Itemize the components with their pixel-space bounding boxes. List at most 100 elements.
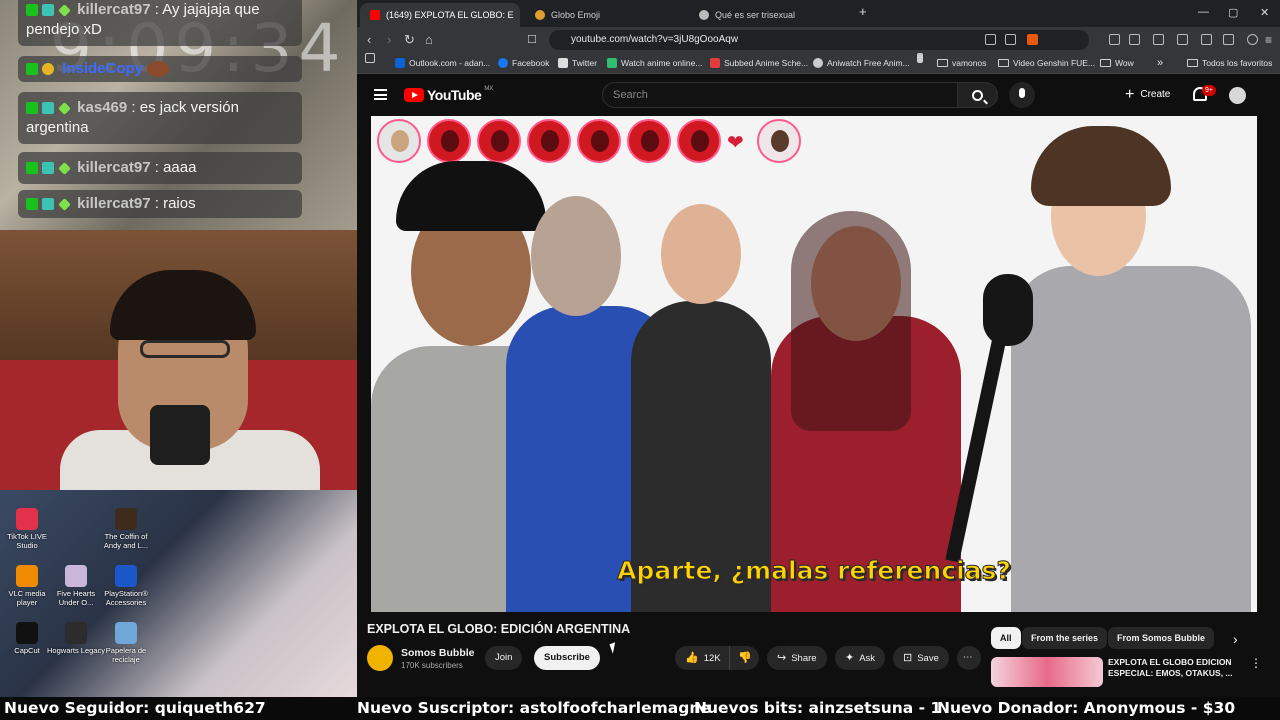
chat-text: : raios bbox=[154, 195, 196, 212]
maximize-button[interactable]: ▢ bbox=[1228, 6, 1238, 19]
reload-icon[interactable]: ↻ bbox=[404, 32, 415, 48]
mouse-cursor-icon bbox=[609, 642, 619, 654]
subscribe-button[interactable]: Subscribe bbox=[534, 646, 600, 670]
extension-icon[interactable] bbox=[1177, 34, 1188, 45]
streamer-glasses bbox=[140, 340, 230, 358]
bookmark-misc[interactable] bbox=[917, 53, 923, 63]
desktop-icon-label: PlayStation® Accessories bbox=[104, 589, 148, 607]
tab-globo-emoji[interactable]: Globo Emoji bbox=[525, 3, 685, 27]
tab-trisexual[interactable]: Qué es ser trisexual bbox=[689, 3, 849, 27]
bookmark-facebook[interactable]: Facebook bbox=[498, 53, 549, 73]
share-page-icon[interactable] bbox=[1005, 34, 1016, 45]
menu-icon[interactable]: ≡ bbox=[1265, 32, 1272, 48]
ticker-donor: Nuevo Donador: Anonymous - $30 bbox=[937, 699, 1236, 717]
badge-icon bbox=[58, 161, 71, 175]
bookmark-watch-anime[interactable]: Watch anime online... bbox=[607, 53, 702, 73]
bookmark-star-icon[interactable]: ☐ bbox=[527, 32, 537, 48]
person-face bbox=[531, 196, 621, 316]
chip-all[interactable]: All bbox=[991, 627, 1021, 649]
extension-icon[interactable] bbox=[1153, 34, 1164, 45]
hogwarts-icon bbox=[65, 622, 87, 644]
thumbs-up-icon: 👍 bbox=[685, 652, 699, 664]
desktop-icon-tiktok[interactable]: TikTok LIVE Studio bbox=[0, 508, 56, 550]
chat-username: InsideCopy bbox=[62, 60, 144, 77]
hamburger-menu-icon[interactable] bbox=[374, 89, 387, 100]
chat-username: killercat97 bbox=[77, 195, 151, 212]
ticker-bits: Nuevos bits: ainzsetsuna - 1 bbox=[694, 699, 942, 717]
bookmark-icon: ⊡ bbox=[903, 652, 913, 664]
recommended-title[interactable]: EXPLOTA EL GLOBO EDICION ESPECIAL: EMOS,… bbox=[1108, 657, 1243, 679]
participant-bubble bbox=[757, 119, 801, 163]
search-input[interactable]: Search bbox=[602, 82, 958, 108]
desktop-icon-coffin[interactable]: The Coffin of Andy and L... bbox=[97, 508, 155, 550]
bookmarks-overflow-icon[interactable]: » bbox=[1157, 53, 1163, 73]
forward-icon[interactable]: › bbox=[387, 32, 391, 48]
new-tab-button[interactable]: + bbox=[859, 4, 867, 19]
x-icon bbox=[558, 58, 568, 68]
emote-icon bbox=[147, 61, 170, 78]
search-button[interactable] bbox=[958, 82, 998, 108]
chip-from-channel[interactable]: From Somos Bubble bbox=[1108, 627, 1215, 649]
badge-icon bbox=[26, 102, 38, 115]
badge-icon bbox=[42, 4, 54, 17]
chat-username: killercat97 bbox=[77, 1, 151, 18]
youtube-logo[interactable]: YouTube MX bbox=[404, 86, 493, 103]
more-actions-button[interactable]: ⋯ bbox=[957, 646, 981, 670]
game-icon bbox=[65, 565, 87, 587]
extension-icon[interactable] bbox=[1201, 34, 1212, 45]
desktop: TikTok LIVE Studio The Coffin of Andy an… bbox=[0, 490, 357, 697]
tab-youtube[interactable]: (1649) EXPLOTA EL GLOBO: E ✕ bbox=[360, 3, 520, 27]
participant-bubble bbox=[427, 119, 471, 163]
bookmark-label: Outlook.com - adan... bbox=[409, 58, 491, 68]
recommended-thumbnail[interactable] bbox=[991, 657, 1103, 687]
extension-icon[interactable] bbox=[1223, 34, 1234, 45]
bookmark-folder-genshin[interactable]: Video Genshin FUE... bbox=[998, 53, 1095, 73]
account-avatar[interactable] bbox=[1229, 87, 1246, 104]
channel-avatar[interactable] bbox=[367, 645, 393, 671]
video-subtitle: Aparte, ¿malas referencias? bbox=[617, 556, 1012, 586]
ask-button[interactable]: ✦ Ask bbox=[835, 646, 886, 670]
share-button[interactable]: ↪ Share bbox=[767, 646, 827, 670]
chevron-right-icon[interactable]: › bbox=[1233, 631, 1238, 647]
bookmark-label: vamonos bbox=[952, 58, 987, 68]
all-bookmarks-folder[interactable]: Todos los favoritos bbox=[1187, 53, 1272, 73]
cast-icon[interactable] bbox=[985, 34, 996, 45]
extension-icon[interactable] bbox=[1109, 34, 1120, 45]
globe-favicon bbox=[535, 10, 545, 20]
dislike-button[interactable]: 👎 bbox=[729, 646, 759, 670]
close-window-button[interactable]: ✕ bbox=[1260, 6, 1269, 19]
join-button[interactable]: Join bbox=[485, 646, 523, 670]
save-label: Save bbox=[917, 653, 939, 664]
bookmark-outlook[interactable]: Outlook.com - adan... bbox=[395, 53, 490, 73]
notification-badge: 9+ bbox=[1202, 85, 1216, 96]
extension-icon[interactable] bbox=[1129, 34, 1140, 45]
home-icon[interactable]: ⌂ bbox=[425, 32, 433, 48]
minimize-button[interactable]: — bbox=[1198, 6, 1209, 18]
bookmark-folder-wow[interactable]: Wow bbox=[1100, 53, 1134, 73]
bookmark-twitter[interactable]: Twitter bbox=[558, 53, 597, 73]
ask-label: Ask bbox=[859, 653, 876, 664]
bookmark-folder-vamonos[interactable]: vamonos bbox=[937, 53, 987, 73]
brave-shield-icon[interactable] bbox=[1027, 34, 1038, 45]
bookmark-subbed-anime[interactable]: Subbed Anime Sche... bbox=[710, 53, 808, 73]
desktop-icon-playstation[interactable]: PlayStation® Accessories bbox=[97, 565, 155, 607]
channel-name[interactable]: Somos Bubble bbox=[401, 647, 475, 659]
back-icon[interactable]: ‹ bbox=[367, 32, 371, 48]
apps-icon[interactable] bbox=[365, 53, 375, 63]
profile-icon[interactable] bbox=[1247, 34, 1258, 45]
save-button[interactable]: ⊡ Save bbox=[893, 646, 949, 670]
video-player[interactable]: ❤ Aparte, ¿malas referencias? bbox=[371, 116, 1257, 612]
desktop-icon-label: VLC media player bbox=[8, 589, 46, 607]
create-button[interactable]: + Create bbox=[1117, 83, 1178, 107]
recycle-bin-icon bbox=[115, 622, 137, 644]
desktop-icon-recycle-bin[interactable]: Papelera de reciclaje bbox=[97, 622, 155, 664]
badge-icon bbox=[26, 162, 38, 175]
more-icon: ⋯ bbox=[963, 652, 973, 663]
chip-from-series[interactable]: From the series bbox=[1022, 627, 1108, 649]
kebab-menu-icon[interactable]: ⋮ bbox=[1250, 656, 1262, 670]
voice-search-button[interactable] bbox=[1009, 82, 1035, 108]
address-bar-row: ‹ › ↻ ⌂ ☐ youtube.com/watch?v=3jU8gOooAq… bbox=[357, 27, 1280, 53]
badge-icon bbox=[26, 198, 38, 211]
alerts-ticker: Nuevo Seguidor: quiqueth627 Nuevo Suscri… bbox=[0, 697, 1280, 720]
bookmark-aniwatch[interactable]: Aniwatch Free Anim... bbox=[813, 53, 910, 73]
